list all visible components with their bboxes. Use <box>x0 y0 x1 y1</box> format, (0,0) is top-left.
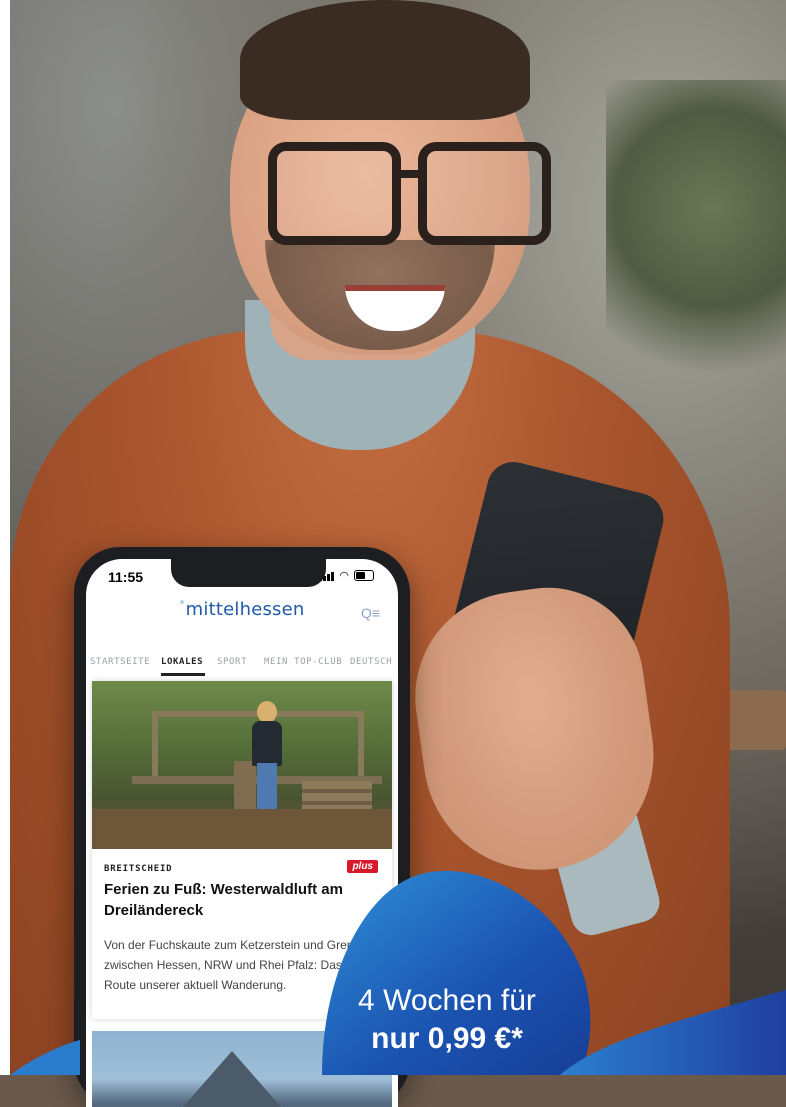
article-kicker: BREITSCHEID <box>104 864 173 874</box>
left-edge-strip <box>0 0 10 1075</box>
article-image <box>92 681 392 849</box>
article-card[interactable]: BREITSCHEID plus Ferien zu Fuß: Westerwa… <box>92 681 392 1019</box>
wifi-icon: ◠ <box>339 569 349 582</box>
section-nav: STARTSEITE LOKALES SPORT MEIN TOP-CLUB D… <box>86 651 398 677</box>
search-menu-icon[interactable]: Q≡ <box>361 605 380 621</box>
person-hair <box>240 0 530 120</box>
glasses-lens-right <box>418 142 551 245</box>
promo-line1: 4 Wochen für <box>358 984 536 1017</box>
background-plants <box>606 80 786 400</box>
app-header: °mittelhessen Q≡ <box>86 599 398 639</box>
battery-icon <box>354 570 374 581</box>
image-mountain <box>162 1051 302 1107</box>
tab-mein-top-club[interactable]: MEIN TOP-CLUB <box>264 657 342 667</box>
status-time: 11:55 <box>108 569 144 585</box>
person-glasses <box>268 130 551 245</box>
promo-line2: nur 0,99 €* <box>371 1022 523 1055</box>
app-logo[interactable]: °mittelhessen <box>179 599 304 620</box>
app-logo-text: mittelhessen <box>185 599 305 620</box>
glasses-lens-left <box>268 142 401 245</box>
image-woman <box>252 701 282 811</box>
active-tab-indicator <box>161 673 205 676</box>
tab-sport[interactable]: SPORT <box>217 657 247 667</box>
phone-notch <box>171 559 326 587</box>
promo-offer[interactable]: 4 Wochen für nur 0,99 €* <box>322 982 572 1058</box>
tab-startseite[interactable]: STARTSEITE <box>90 657 150 667</box>
tab-lokales[interactable]: LOKALES <box>161 657 203 667</box>
tab-deutschland[interactable]: DEUTSCH <box>350 657 392 667</box>
article-headline[interactable]: Ferien zu Fuß: Westerwaldluft am Dreilän… <box>104 879 364 921</box>
status-icons: ◠ <box>319 570 374 581</box>
image-ground <box>92 809 392 849</box>
plus-badge: plus <box>347 860 378 873</box>
